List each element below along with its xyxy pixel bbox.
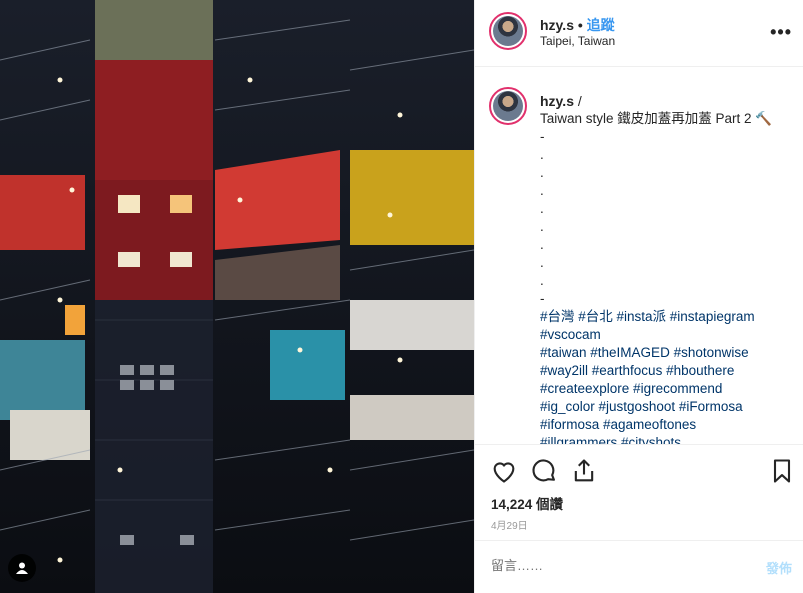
caption-line: . <box>540 219 544 234</box>
caption-username-suffix: / <box>573 93 582 109</box>
comment-form: 發佈 <box>475 540 803 593</box>
caption-line: . <box>540 255 544 270</box>
post-date[interactable]: 4月29日 <box>491 517 528 532</box>
post-details-panel: hzy.s • 追蹤 Taipei, Taiwan ••• hzy.s / Ta… <box>474 0 803 593</box>
share-icon[interactable] <box>570 457 598 485</box>
follow-button[interactable]: 追蹤 <box>587 17 615 33</box>
post-photo[interactable] <box>0 0 474 593</box>
building-photo-illustration <box>0 0 474 593</box>
caption-line: . <box>540 273 544 288</box>
caption-line: . <box>540 183 544 198</box>
hashtag-line[interactable]: #taiwan #theIMAGED #shotonwise <box>540 344 798 362</box>
hashtag-line[interactable]: #way2ill #earthfocus #hbouthere <box>540 362 798 380</box>
caption-username[interactable]: hzy.s <box>540 93 574 109</box>
header-separator: • <box>577 17 583 33</box>
hashtag-line[interactable]: #createexplore #igrecommend <box>540 380 798 398</box>
caption-line: - <box>540 291 545 306</box>
caption-line: - <box>540 129 545 144</box>
hashtag-line[interactable]: #iformosa #agameoftones <box>540 416 798 434</box>
view-count[interactable]: 14,224 個讚 <box>491 493 563 513</box>
caption-area: hzy.s / Taiwan style 鐵皮加蓋再加蓋 Part 2 🔨 - … <box>475 68 803 444</box>
tagged-user-icon[interactable] <box>8 554 36 582</box>
hashtag-line[interactable]: #illgrammers #cityshots <box>540 434 798 444</box>
author-username[interactable]: hzy.s <box>540 17 574 33</box>
caption-line: . <box>540 165 544 180</box>
comment-input[interactable] <box>491 558 721 573</box>
caption-line: . <box>540 147 544 162</box>
post-location[interactable]: Taipei, Taiwan <box>540 34 615 48</box>
post-comment-button[interactable]: 發佈 <box>766 558 792 577</box>
hashtag-line[interactable]: #台灣 #台北 #insta派 #instapiegram <box>540 308 798 326</box>
comment-bubble-icon[interactable] <box>530 457 558 485</box>
more-options-icon[interactable]: ••• <box>770 22 792 43</box>
caption-author-avatar[interactable] <box>489 87 527 125</box>
author-avatar[interactable] <box>489 12 527 50</box>
post-header: hzy.s • 追蹤 Taipei, Taiwan ••• <box>475 0 803 67</box>
hashtag-line[interactable]: #vscocam <box>540 326 798 344</box>
instagram-post-view: hzy.s • 追蹤 Taipei, Taiwan ••• hzy.s / Ta… <box>0 0 803 593</box>
post-actions: 14,224 個讚 4月29日 <box>475 444 803 540</box>
caption-text: Taiwan style 鐵皮加蓋再加蓋 Part 2 🔨 - . . . . … <box>540 110 798 444</box>
hashtag-line[interactable]: #ig_color #justgoshoot #iFormosa <box>540 398 798 416</box>
heart-icon[interactable] <box>490 457 518 485</box>
caption-line: Taiwan style 鐵皮加蓋再加蓋 Part 2 🔨 <box>540 111 773 126</box>
caption-line: . <box>540 201 544 216</box>
caption-line: . <box>540 237 544 252</box>
bookmark-icon[interactable] <box>768 457 796 485</box>
